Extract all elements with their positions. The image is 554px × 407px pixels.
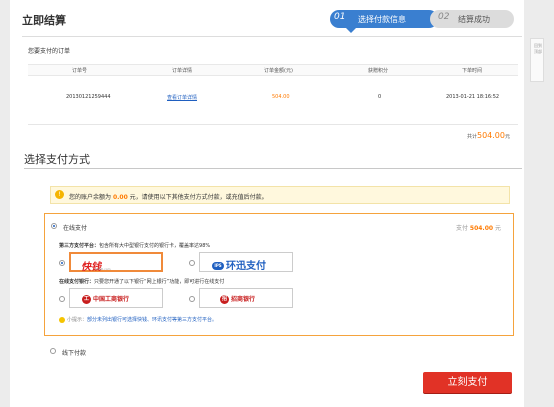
table-divider (28, 124, 518, 125)
total-label: 共计 (466, 134, 477, 140)
third-party-title: 第三方支付平台： (59, 243, 100, 249)
order-details-link[interactable]: 查看订单详情 (167, 94, 197, 101)
bank-title: 在线支付银行： (59, 279, 95, 285)
back-to-top-label: 回到顶部 (534, 43, 542, 54)
online-payment-label[interactable]: 在线支付 (63, 223, 87, 232)
third-party-label: 第三方支付平台：包含所有大中型银行支付的银行卡，覆盖率达98% (59, 242, 210, 249)
step-1: 01 选择付款信息 (330, 10, 438, 33)
notice-prefix: 您的账户余额为 (69, 194, 112, 201)
cmb-radio[interactable] (189, 296, 195, 302)
account-balance: 0.00 (112, 194, 128, 201)
page-title: 立即结算 (22, 14, 66, 27)
cmb-icon: 招 (220, 295, 229, 304)
lightbulb-icon (59, 316, 65, 323)
tip-label: 小提示： (67, 317, 88, 323)
notice-text: 您的账户余额为 0.00 元，请使用以下其他支付方式付款，或充值后付款。 (69, 192, 268, 201)
order-time: 2013-01-21 18:16:52 (446, 94, 500, 100)
pay-amount: 504.00 (469, 225, 494, 232)
online-payment-panel: 在线支付 支付 504.00 元 第三方支付平台：包含所有大中型银行支付的银行卡… (44, 213, 514, 336)
icbc-icon: 工 (82, 295, 91, 304)
online-pay-amount: 支付 504.00 元 (456, 223, 501, 232)
col-amount: 订单金额(元) (264, 68, 293, 74)
step-1-number: 01 (334, 12, 346, 22)
payment-section-title: 选择支付方式 (24, 153, 90, 166)
back-to-top-button[interactable]: 回到顶部 (530, 38, 544, 82)
warning-icon: ! (55, 190, 64, 199)
cmb-option[interactable]: 招招商银行 (199, 288, 293, 308)
total-value: 504.00 (476, 131, 505, 140)
order-number: 20130121259444 (66, 94, 111, 100)
table-row: 20130121259444 查看订单详情 504.00 0 2013-01-2… (28, 94, 518, 106)
step-1-label: 选择付款信息 (358, 15, 406, 24)
col-time: 下单时间 (462, 68, 483, 74)
kuaiqian-domain: 99bill.com (95, 267, 111, 271)
total-unit: 元 (504, 134, 510, 140)
ips-option[interactable]: IPS 环迅支付 (199, 252, 293, 272)
ips-logo: IPS 环迅支付 (212, 257, 266, 272)
ips-radio[interactable] (189, 260, 195, 266)
offline-payment-option[interactable]: 线下付款 (44, 343, 514, 361)
ips-name: 环迅支付 (226, 261, 266, 272)
table-header: 订单号 订单详情 订单金额(元) 获赠积分 下单时间 (28, 64, 518, 76)
pay-unit: 元 (494, 225, 501, 232)
order-total: 共计504.00元 (467, 131, 510, 140)
ips-badge-icon: IPS (212, 262, 224, 270)
cmb-name: 招商银行 (231, 296, 256, 303)
icbc-option[interactable]: 工中国工商银行 (69, 288, 163, 308)
step-2-number: 02 (438, 12, 450, 22)
header: 立即结算 01 选择付款信息 02 结算成功 (10, 0, 524, 38)
order-amount: 504.00 (272, 94, 290, 100)
step-2: 02 结算成功 (430, 10, 514, 28)
pay-now-button[interactable]: 立刻支付 (423, 372, 512, 393)
order-section-label: 您要支付的订单 (28, 48, 71, 55)
online-payment-radio[interactable] (51, 223, 57, 229)
offline-payment-radio[interactable] (50, 348, 56, 354)
kuaiqian-radio[interactable] (59, 260, 65, 266)
cmb-logo: 招招商银行 (220, 294, 255, 304)
offline-payment-label[interactable]: 线下付款 (62, 348, 86, 357)
notice-suffix: 元，请使用以下其他支付方式付款，或充值后付款。 (129, 194, 268, 201)
step-arrow-icon (346, 28, 356, 33)
order-points: 0 (378, 94, 382, 100)
bank-label: 在线支付银行：只要您开通了以下银行“网上银行”功能，即可进行在线支付 (59, 278, 224, 285)
step-2-label: 结算成功 (458, 15, 490, 24)
pay-label: 支付 (455, 225, 468, 232)
section-divider (24, 168, 522, 169)
third-party-desc: 包含所有大中型银行支付的银行卡，覆盖率达98% (99, 243, 211, 249)
icbc-radio[interactable] (59, 296, 65, 302)
icbc-logo: 工中国工商银行 (82, 294, 129, 304)
checkout-page: 立即结算 01 选择付款信息 02 结算成功 您要支付的订单 订单号 订单详情 … (10, 0, 524, 407)
balance-notice: ! 您的账户余额为 0.00 元，请使用以下其他支付方式付款，或充值后付款。 (50, 186, 510, 204)
tip-text: 部分未列出银行可选择快钱、环讯支付等第三方支付平台。 (87, 317, 218, 323)
col-details: 订单详情 (172, 68, 193, 74)
icbc-name: 中国工商银行 (93, 296, 130, 303)
col-points: 获赠积分 (368, 68, 389, 74)
kuaiqian-option[interactable]: 快钱 99bill.com (69, 252, 163, 273)
col-order-no: 订单号 (72, 68, 88, 74)
header-divider (22, 36, 522, 37)
payment-tip: 小提示：部分未列出银行可选择快钱、环讯支付等第三方支付平台。 (59, 316, 217, 323)
bank-desc: 只要您开通了以下银行“网上银行”功能，即可进行在线支付 (94, 279, 225, 285)
